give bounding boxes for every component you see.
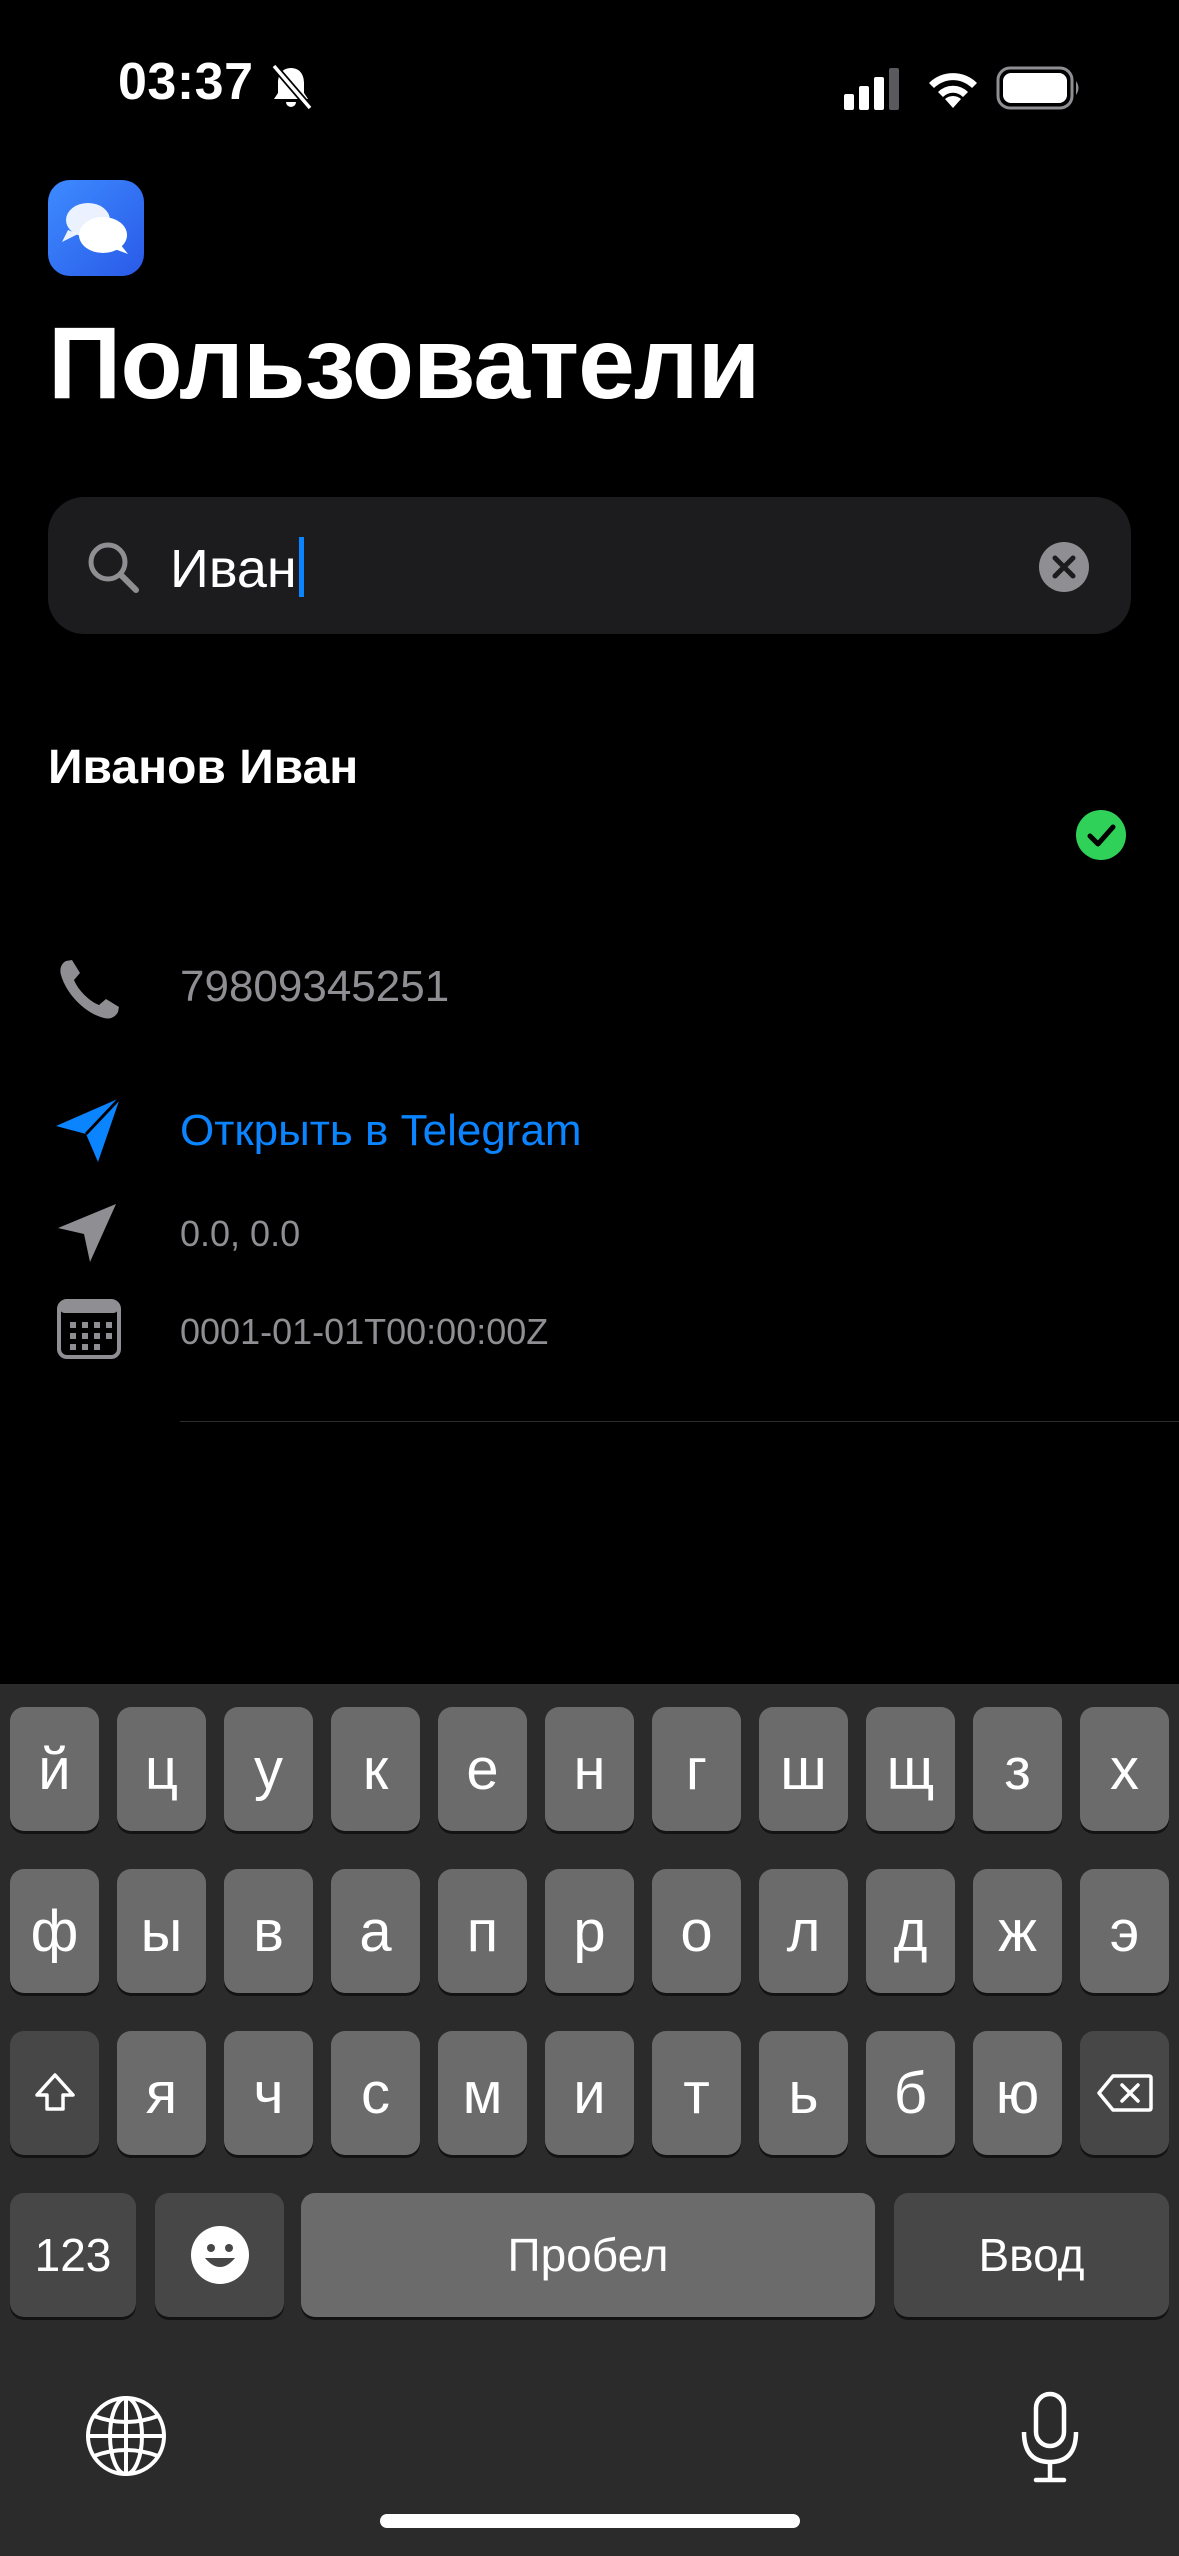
clear-x-icon[interactable] xyxy=(1038,541,1090,593)
key[interactable]: г xyxy=(652,1707,741,1831)
backspace-key[interactable] xyxy=(1080,2031,1169,2155)
key[interactable]: л xyxy=(759,1869,848,1993)
home-indicator xyxy=(380,2514,800,2528)
location-arrow-icon xyxy=(58,1204,116,1262)
open-telegram-link[interactable]: Открыть в Telegram xyxy=(180,1106,582,1156)
search-input[interactable]: Иван xyxy=(170,537,304,600)
key[interactable]: ь xyxy=(759,2031,848,2155)
key[interactable]: р xyxy=(545,1869,634,1993)
wifi-icon xyxy=(929,73,977,108)
key[interactable]: ж xyxy=(973,1869,1062,1993)
keyboard: й ц у к е н г ш щ з х ф ы в а п р о л д … xyxy=(0,1684,1179,2556)
microphone-icon[interactable] xyxy=(1016,2390,1084,2486)
key[interactable]: ш xyxy=(759,1707,848,1831)
shift-icon xyxy=(34,2073,75,2111)
user-phone: 79809345251 xyxy=(180,962,450,1011)
battery-icon xyxy=(996,66,1079,110)
checkmark-icon xyxy=(1087,824,1116,847)
user-date: 0001-01-01T00:00:00Z xyxy=(180,1311,549,1352)
search-input-value: Иван xyxy=(170,539,297,599)
magnifier-icon xyxy=(88,542,139,593)
key[interactable]: о xyxy=(652,1869,741,1993)
key[interactable]: б xyxy=(866,2031,955,2155)
key[interactable]: я xyxy=(117,2031,206,2155)
page-title: Пользователи xyxy=(48,306,760,420)
list-separator xyxy=(180,1421,1179,1422)
key[interactable]: в xyxy=(224,1869,313,1993)
cellular-signal-icon xyxy=(844,68,899,110)
key[interactable]: ч xyxy=(224,2031,313,2155)
status-time: 03:37 xyxy=(118,53,254,111)
key[interactable]: й xyxy=(10,1707,99,1831)
calendar-icon xyxy=(57,1299,121,1359)
chat-bubbles-icon xyxy=(62,203,128,254)
return-key[interactable]: Ввод xyxy=(894,2193,1169,2317)
backspace-icon xyxy=(1096,2074,1153,2112)
key[interactable]: е xyxy=(438,1707,527,1831)
key[interactable]: ц xyxy=(117,1707,206,1831)
phone-icon xyxy=(60,960,119,1019)
text-caret xyxy=(298,537,304,597)
key[interactable]: и xyxy=(545,2031,634,2155)
telegram-icon[interactable] xyxy=(52,1094,124,1166)
key[interactable]: у xyxy=(224,1707,313,1831)
key[interactable]: э xyxy=(1080,1869,1169,1993)
key[interactable]: щ xyxy=(866,1707,955,1831)
key[interactable]: н xyxy=(545,1707,634,1831)
numbers-key[interactable]: 123 xyxy=(10,2193,136,2317)
shift-key[interactable] xyxy=(10,2031,99,2155)
key[interactable]: з xyxy=(973,1707,1062,1831)
globe-icon[interactable] xyxy=(84,2394,168,2478)
key[interactable]: т xyxy=(652,2031,741,2155)
verified-badge xyxy=(1076,810,1126,860)
user-name[interactable]: Иванов Иван xyxy=(48,740,358,795)
emoji-icon xyxy=(190,2226,249,2284)
app-logo xyxy=(48,180,144,276)
user-coordinates: 0.0, 0.0 xyxy=(180,1213,301,1254)
key[interactable]: ы xyxy=(117,1869,206,1993)
space-key[interactable]: Пробел xyxy=(301,2193,875,2317)
emoji-key[interactable] xyxy=(155,2193,284,2317)
key[interactable]: м xyxy=(438,2031,527,2155)
key[interactable]: ф xyxy=(10,1869,99,1993)
key[interactable]: к xyxy=(331,1707,420,1831)
key[interactable]: а xyxy=(331,1869,420,1993)
bell-slash-icon xyxy=(271,63,313,111)
key[interactable]: ю xyxy=(973,2031,1062,2155)
key[interactable]: п xyxy=(438,1869,527,1993)
key[interactable]: д xyxy=(866,1869,955,1993)
key[interactable]: х xyxy=(1080,1707,1169,1831)
key[interactable]: с xyxy=(331,2031,420,2155)
